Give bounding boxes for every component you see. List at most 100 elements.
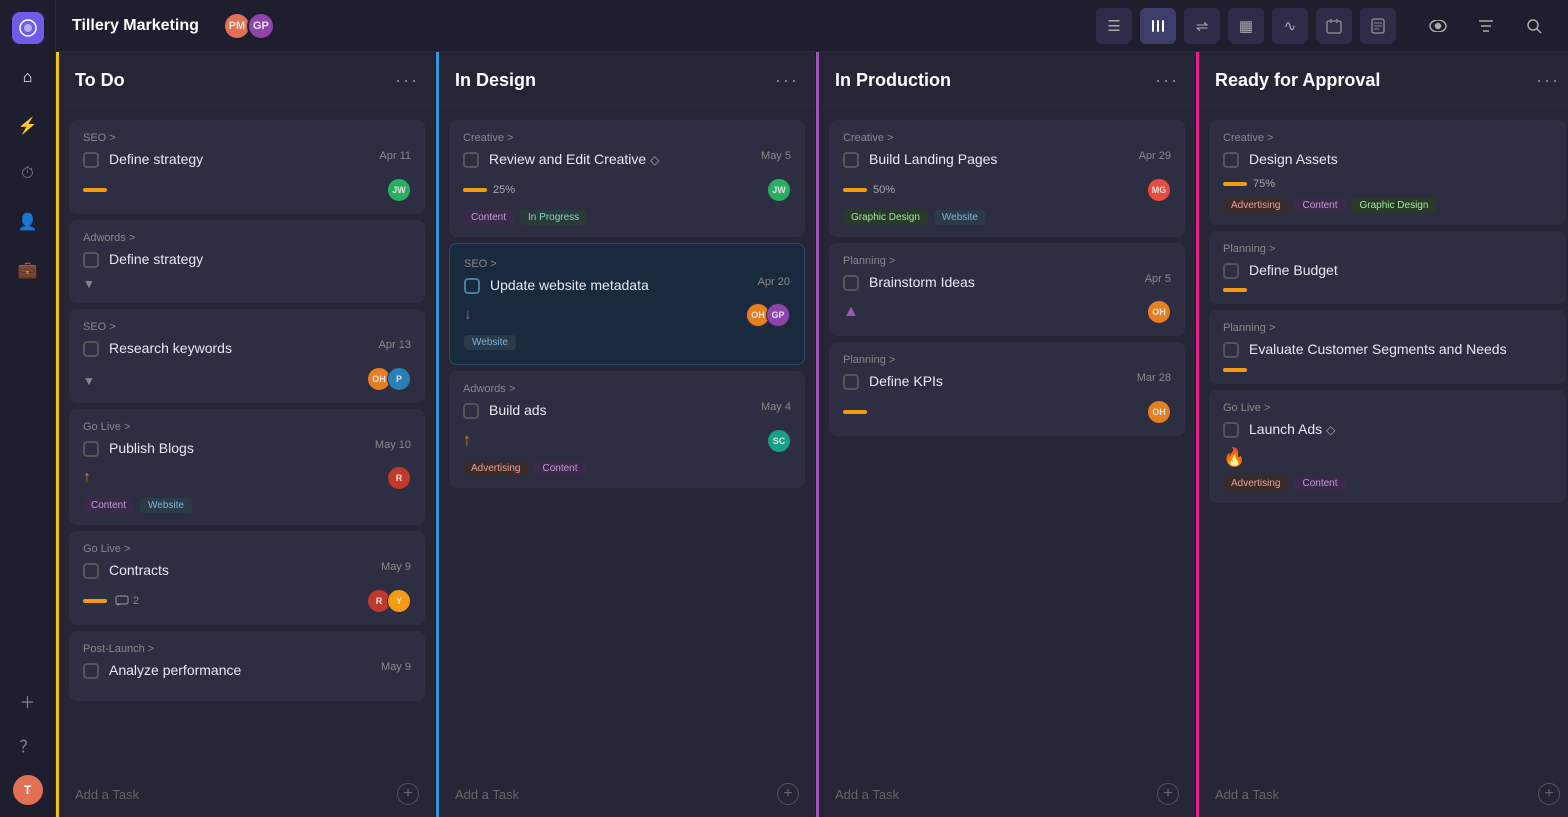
add-task-icon[interactable]: + (1538, 783, 1560, 805)
gantt-view-btn[interactable] (1140, 8, 1176, 44)
task-card[interactable]: Creative > Review and Edit Creative ◇ Ma… (449, 120, 805, 237)
tag: Website (140, 498, 192, 513)
column-todo-more[interactable]: ··· (395, 70, 419, 91)
task-meta: 2 R Y (83, 589, 411, 613)
task-meta: ↑ SC (463, 429, 791, 453)
sidebar-portfolio-icon[interactable]: 💼 (14, 256, 42, 284)
calendar-view-btn[interactable] (1316, 8, 1352, 44)
priority-up-icon: ↑ (83, 469, 91, 487)
column-todo-header: To Do ··· (59, 52, 435, 106)
task-card[interactable]: Planning > Define Budget (1209, 231, 1566, 305)
sidebar: ⌂ ⚡ ⏱ 👤 💼 ＋ ？ T (0, 0, 56, 817)
task-title: Define Budget (1249, 261, 1552, 281)
task-checkbox[interactable] (83, 252, 99, 268)
list-view-btn[interactable]: ☰ (1096, 8, 1132, 44)
add-task-button[interactable]: Add a Task + (819, 771, 1195, 817)
task-avatars: OH P (367, 367, 411, 391)
add-task-button[interactable]: Add a Task + (1199, 771, 1568, 817)
task-date: Apr 29 (1139, 150, 1171, 162)
column-inproduction-more[interactable]: ··· (1155, 70, 1179, 91)
task-checkbox[interactable] (843, 275, 859, 291)
sidebar-home-icon[interactable]: ⌂ (14, 64, 42, 92)
task-header: Update website metadata Apr 20 (464, 276, 790, 296)
column-indesign-more[interactable]: ··· (775, 70, 799, 91)
board-view-btn[interactable]: ▦ (1228, 8, 1264, 44)
task-card[interactable]: Planning > Define KPIs Mar 28 OH (829, 342, 1185, 436)
sidebar-add-icon[interactable]: ＋ (14, 687, 42, 715)
add-task-icon[interactable]: + (397, 783, 419, 805)
task-checkbox[interactable] (83, 563, 99, 579)
search-button[interactable] (1516, 8, 1552, 44)
task-title: Build Landing Pages (869, 150, 1129, 170)
tag: Content (463, 210, 514, 225)
task-card[interactable]: Go Live > Publish Blogs May 10 ↑ R Conte… (69, 409, 425, 526)
sidebar-help-icon[interactable]: ？ (14, 731, 42, 759)
task-section: Planning > (843, 255, 1171, 267)
task-card[interactable]: Go Live > Contracts May 9 (69, 531, 425, 625)
task-header: Brainstorm Ideas Apr 5 (843, 273, 1171, 293)
task-checkbox[interactable] (843, 374, 859, 390)
task-checkbox[interactable] (83, 341, 99, 357)
task-chevron: ▼ (83, 277, 411, 291)
column-todo-body: SEO > Define strategy Apr 11 JW (59, 106, 435, 771)
tag: Graphic Design (1352, 198, 1437, 213)
sidebar-people-icon[interactable]: 👤 (14, 208, 42, 236)
task-title: Review and Edit Creative ◇ (489, 150, 751, 170)
task-title: Define KPIs (869, 372, 1127, 392)
task-header: Research keywords Apr 13 (83, 339, 411, 359)
task-checkbox[interactable] (463, 152, 479, 168)
task-card[interactable]: SEO > Research keywords Apr 13 ▼ OH P (69, 309, 425, 403)
add-task-icon[interactable]: + (777, 783, 799, 805)
task-title: Build ads (489, 401, 751, 421)
task-checkbox[interactable] (1223, 422, 1239, 438)
app-logo[interactable] (12, 12, 44, 44)
task-card[interactable]: Post-Launch > Analyze performance May 9 (69, 631, 425, 701)
sidebar-activity-icon[interactable]: ⚡ (14, 112, 42, 140)
task-card[interactable]: Go Live > Launch Ads ◇ 🔥 Advertising Con… (1209, 390, 1566, 504)
task-tags: Advertising Content Graphic Design (1223, 198, 1552, 213)
chart-view-btn[interactable]: ∿ (1272, 8, 1308, 44)
table-view-btn[interactable]: ⇌ (1184, 8, 1220, 44)
add-task-icon[interactable]: + (1157, 783, 1179, 805)
task-checkbox[interactable] (1223, 263, 1239, 279)
eye-button[interactable] (1420, 8, 1456, 44)
task-card[interactable]: Adwords > Build ads May 4 ↑ SC Advertisi… (449, 371, 805, 488)
task-card[interactable]: Creative > Build Landing Pages Apr 29 50… (829, 120, 1185, 237)
task-checkbox[interactable] (1223, 152, 1239, 168)
task-checkbox[interactable] (843, 152, 859, 168)
task-header: Evaluate Customer Segments and Needs (1223, 340, 1552, 360)
tag: Advertising (463, 461, 528, 476)
task-tags: Advertising Content (1223, 476, 1552, 491)
task-section: Planning > (1223, 243, 1552, 255)
task-title: Evaluate Customer Segments and Needs (1249, 340, 1552, 360)
column-approval-more[interactable]: ··· (1536, 70, 1560, 91)
task-checkbox[interactable] (83, 152, 99, 168)
add-task-button[interactable]: Add a Task + (59, 771, 435, 817)
task-card[interactable]: Creative > Design Assets 75% Advertising (1209, 120, 1566, 225)
task-card[interactable]: Planning > Brainstorm Ideas Apr 5 ▲ OH (829, 243, 1185, 337)
task-title: Publish Blogs (109, 439, 365, 459)
task-section: Post-Launch > (83, 643, 411, 655)
task-header: Publish Blogs May 10 (83, 439, 411, 459)
task-card[interactable]: Adwords > Define strategy ▼ (69, 220, 425, 304)
file-view-btn[interactable] (1360, 8, 1396, 44)
task-meta: ▲ OH (843, 300, 1171, 324)
avatar-user2[interactable]: GP (247, 12, 275, 40)
task-card-overlay[interactable]: SEO > Update website metadata Apr 20 ↓ O… (449, 243, 805, 366)
task-tags: Graphic Design Website (843, 210, 1171, 225)
task-checkbox[interactable] (83, 441, 99, 457)
sidebar-history-icon[interactable]: ⏱ (14, 160, 42, 188)
task-title: Research keywords (109, 339, 369, 359)
task-section: Go Live > (83, 543, 411, 555)
task-card[interactable]: SEO > Define strategy Apr 11 JW (69, 120, 425, 214)
task-tags: Website (464, 335, 790, 350)
sidebar-user-avatar[interactable]: T (13, 775, 43, 805)
task-checkbox[interactable] (464, 278, 480, 294)
task-checkbox[interactable] (463, 403, 479, 419)
task-card[interactable]: Planning > Evaluate Customer Segments an… (1209, 310, 1566, 384)
filter-button[interactable] (1468, 8, 1504, 44)
task-checkbox[interactable] (1223, 342, 1239, 358)
task-checkbox[interactable] (83, 663, 99, 679)
app-title: Tillery Marketing (72, 17, 199, 35)
add-task-button[interactable]: Add a Task + (439, 771, 815, 817)
